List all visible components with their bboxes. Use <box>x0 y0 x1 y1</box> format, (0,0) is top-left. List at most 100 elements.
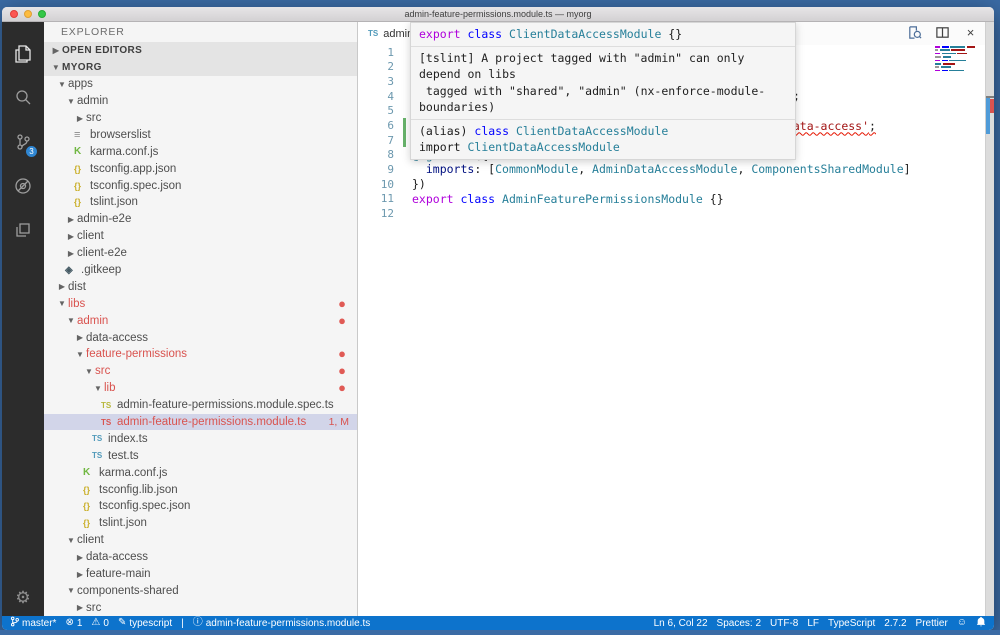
tree-item-tsconfig-spec-json[interactable]: {}tsconfig.spec.json <box>44 498 357 515</box>
tree-item-feature-permissions[interactable]: ▼feature-permissions● <box>44 346 357 363</box>
tree-item-src[interactable]: ▶src <box>44 599 357 616</box>
tree-item-client[interactable]: ▶client <box>44 228 357 245</box>
status-0[interactable]: ⚠0 <box>91 618 109 629</box>
status-typescript[interactable]: TypeScript <box>828 618 875 629</box>
tree-item-data-access[interactable]: ▶data-access <box>44 329 357 346</box>
git-branch-icon <box>10 616 19 630</box>
code-text: export class AdminFeaturePermissionsModu… <box>412 192 724 206</box>
code-line-10[interactable]: 10}) <box>358 177 936 192</box>
status-bell[interactable] <box>976 616 986 630</box>
status-ln-6-col-22[interactable]: Ln 6, Col 22 <box>654 618 708 629</box>
code-line-12[interactable]: 12 <box>358 206 936 221</box>
close-window-button[interactable] <box>10 10 18 18</box>
item-label: .gitkeep <box>81 264 121 276</box>
tree-item-test-ts[interactable]: TStest.ts <box>44 447 357 464</box>
tree-item-feature-main[interactable]: ▶feature-main <box>44 566 357 583</box>
tree-item-browserslist[interactable]: ≡browserslist <box>44 126 357 143</box>
source-control-icon[interactable]: 3 <box>2 120 44 164</box>
tree-item-tsconfig-spec-json[interactable]: {}tsconfig.spec.json <box>44 177 357 194</box>
status-1[interactable]: ⊗1 <box>65 618 82 629</box>
chevron-down-icon: ▼ <box>50 63 62 72</box>
tree-item-admin-e2e[interactable]: ▶admin-e2e <box>44 211 357 228</box>
title-bar[interactable]: admin-feature-permissions.module.ts — my… <box>2 7 994 22</box>
tree-item-tslint-json[interactable]: {}tslint.json <box>44 194 357 211</box>
item-label: karma.conf.js <box>90 146 158 158</box>
tree-item-src[interactable]: ▶src <box>44 110 357 127</box>
chevron-right-icon: ▶ <box>74 333 86 342</box>
desktop-background <box>0 630 1000 635</box>
tree-item-tslint-json[interactable]: {}tslint.json <box>44 515 357 532</box>
chevron-down-icon: ▼ <box>56 299 68 308</box>
section-myorg[interactable]: ▼MYORG <box>44 59 357 76</box>
code-line-11[interactable]: 11export class AdminFeaturePermissionsMo… <box>358 191 936 206</box>
status-spaces-2[interactable]: Spaces: 2 <box>717 618 761 629</box>
modified-dot-badge: ● <box>338 383 346 393</box>
status-lf[interactable]: LF <box>807 618 819 629</box>
tree-item-components-shared[interactable]: ▼components-shared <box>44 583 357 600</box>
item-label: src <box>86 602 101 614</box>
chevron-right-icon: ▶ <box>74 603 86 612</box>
tree-item-data-access[interactable]: ▶data-access <box>44 549 357 566</box>
pencil-icon: ✎ <box>118 618 126 628</box>
explorer-sidebar: EXPLORER ▶OPEN EDITORS▼MYORG▼apps▼admin▶… <box>44 22 358 616</box>
tree-item-src[interactable]: ▼src● <box>44 363 357 380</box>
overview-ruler[interactable] <box>985 22 994 616</box>
window-controls <box>10 10 46 18</box>
extensions-icon[interactable] <box>2 208 44 252</box>
minimap[interactable] <box>935 46 981 73</box>
item-label: tsconfig.spec.json <box>90 180 181 192</box>
close-editor-icon[interactable]: × <box>963 25 978 40</box>
hover-tooltip: export class ClientDataAccessModule {} [… <box>410 22 796 160</box>
status-prettier[interactable]: Prettier <box>916 618 948 629</box>
tree-item-tsconfig-lib-json[interactable]: {}tsconfig.lib.json <box>44 481 357 498</box>
chevron-down-icon: ▼ <box>65 536 77 545</box>
tree-item-admin-feature-permissions-module-spec-ts[interactable]: TSadmin-feature-permissions.module.spec.… <box>44 397 357 414</box>
status-master[interactable]: master* <box>10 616 56 630</box>
status-admin-feature-permissions-module-ts[interactable]: ⓘadmin-feature-permissions.module.ts <box>193 618 371 629</box>
line-number: 10 <box>358 178 394 191</box>
status-smiley[interactable]: ☺ <box>957 618 967 628</box>
bell-icon <box>976 616 986 630</box>
status-2-7-2[interactable]: 2.7.2 <box>884 618 906 629</box>
line-number: 4 <box>358 90 394 103</box>
split-editor-icon[interactable] <box>935 25 950 40</box>
debug-icon[interactable] <box>2 164 44 208</box>
item-label: data-access <box>86 332 148 344</box>
ts-red-file-icon: TS <box>101 418 117 427</box>
tree-item-admin[interactable]: ▼admin <box>44 93 357 110</box>
tree-item-apps[interactable]: ▼apps <box>44 76 357 93</box>
minimize-window-button[interactable] <box>24 10 32 18</box>
section-open-editors[interactable]: ▶OPEN EDITORS <box>44 42 357 59</box>
settings-gear-icon[interactable]: ⚙ <box>2 588 44 608</box>
code-line-9[interactable]: 9 imports: [CommonModule, AdminDataAcces… <box>358 162 936 177</box>
editor-actions: × <box>907 25 978 40</box>
tree-item-libs[interactable]: ▼libs● <box>44 295 357 312</box>
status-typescript[interactable]: ✎typescript <box>118 618 172 629</box>
zoom-window-button[interactable] <box>38 10 46 18</box>
desktop: { "window": { "title": "admin-feature-pe… <box>0 0 1000 635</box>
tree-item-admin-feature-permissions-module-ts[interactable]: TSadmin-feature-permissions.module.ts1, … <box>44 414 357 431</box>
tree-item-index-ts[interactable]: TSindex.ts <box>44 430 357 447</box>
json-file-icon: {} <box>83 485 99 495</box>
tree-item-lib[interactable]: ▼lib● <box>44 380 357 397</box>
tree-item-dist[interactable]: ▶dist <box>44 278 357 295</box>
status-utf-8[interactable]: UTF-8 <box>770 618 798 629</box>
tree-item-karma-conf-js[interactable]: Kkarma.conf.js <box>44 464 357 481</box>
item-label: tsconfig.lib.json <box>99 484 178 496</box>
status-label: typescript <box>129 618 172 629</box>
list-file-icon: ≡ <box>74 129 90 141</box>
editor-group[interactable]: TS admin-feature-permissions.module.ts <box>358 22 994 616</box>
tree-item-client-e2e[interactable]: ▶client-e2e <box>44 245 357 262</box>
tree-item-karma-conf-js[interactable]: Kkarma.conf.js <box>44 143 357 160</box>
item-label: client-e2e <box>77 247 127 259</box>
line-number: 5 <box>358 104 394 117</box>
tree-item-tsconfig-app-json[interactable]: {}tsconfig.app.json <box>44 160 357 177</box>
explorer-icon[interactable] <box>2 32 44 76</box>
search-icon[interactable] <box>2 76 44 120</box>
json-file-icon: {} <box>74 164 90 174</box>
tree-item-admin[interactable]: ▼admin● <box>44 312 357 329</box>
open-changes-icon[interactable] <box>907 25 922 40</box>
git-file-icon: ◈ <box>65 265 81 276</box>
tree-item--gitkeep[interactable]: ◈.gitkeep <box>44 262 357 279</box>
tree-item-client[interactable]: ▼client <box>44 532 357 549</box>
